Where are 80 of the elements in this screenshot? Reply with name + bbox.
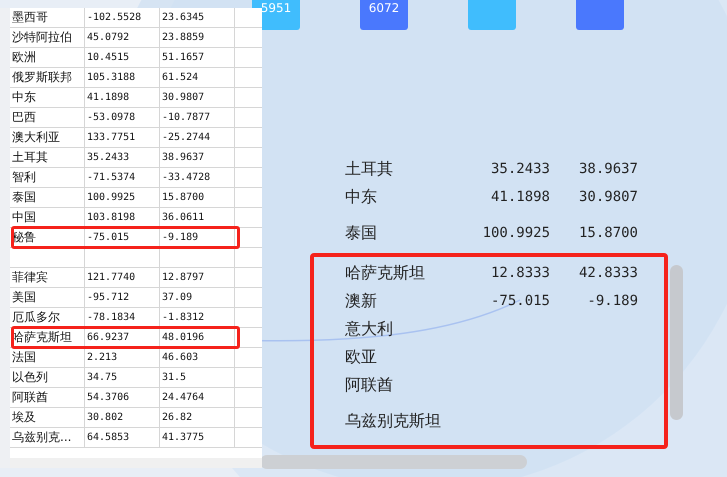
longitude-value: 41.1898 xyxy=(490,189,550,205)
region-name: 中东 xyxy=(344,186,378,208)
scrollbar[interactable] xyxy=(260,455,527,469)
table-cell: 103.8198 xyxy=(85,208,160,227)
latitude-value: -9.189 xyxy=(586,293,638,309)
table-cell: 105.3188 xyxy=(85,68,160,87)
table-cell: -102.5528 xyxy=(85,8,160,27)
table-cell: 土耳其 xyxy=(10,148,85,167)
table-cell: 37.09 xyxy=(160,288,235,307)
table-cell: 中东 xyxy=(10,88,85,107)
table-cell: 15.8700 xyxy=(160,188,235,207)
scrollbar[interactable] xyxy=(670,265,683,420)
table-cell: 厄瓜多尔 xyxy=(10,308,85,327)
region-name: 哈萨克斯坦 xyxy=(344,262,426,284)
table-cell: 墨西哥 xyxy=(10,8,85,27)
region-name: 土耳其 xyxy=(344,158,394,180)
longitude-value: -75.015 xyxy=(490,293,550,309)
scrollbar[interactable] xyxy=(10,458,262,468)
table-cell: 26.82 xyxy=(160,408,235,427)
table-cell: 12.8797 xyxy=(160,268,235,287)
latitude-value: 42.8333 xyxy=(578,265,638,281)
table-cell: 菲律宾 xyxy=(10,268,85,287)
longitude-value: 35.2433 xyxy=(490,161,550,177)
table-cell: 巴西 xyxy=(10,108,85,127)
table-cell: 澳大利亚 xyxy=(10,128,85,147)
table-cell: 35.2433 xyxy=(85,148,160,167)
region-name: 欧亚 xyxy=(344,346,378,368)
table-cell: -10.7877 xyxy=(160,108,235,127)
table-cell: 以色列 xyxy=(10,368,85,387)
table-cell: 2.213 xyxy=(85,348,160,367)
table-cell: -78.1834 xyxy=(85,308,160,327)
region-name: 泰国 xyxy=(344,222,378,244)
table-cell: 46.603 xyxy=(160,348,235,367)
latitude-value: 30.9807 xyxy=(578,189,638,205)
region-name: 澳新 xyxy=(344,290,378,312)
table-cell: 30.802 xyxy=(85,408,160,427)
table-cell: -1.8312 xyxy=(160,308,235,327)
table-cell: 51.1657 xyxy=(160,48,235,67)
table-cell: 阿联酋 xyxy=(10,388,85,407)
table-cell: 41.3775 xyxy=(160,428,235,447)
table-cell: 泰国 xyxy=(10,188,85,207)
table-cell: 俄罗斯联邦 xyxy=(10,68,85,87)
table-cell: 41.1898 xyxy=(85,88,160,107)
table-cell: 64.5853 xyxy=(85,428,160,447)
table-cell: 中国 xyxy=(10,208,85,227)
region-name: 意大利 xyxy=(344,318,394,340)
table-cell: -33.4728 xyxy=(160,168,235,187)
table-cell: 31.5 xyxy=(160,368,235,387)
table-cell: 30.9807 xyxy=(160,88,235,107)
table-cell: 23.6345 xyxy=(160,8,235,27)
table-cell: 34.75 xyxy=(85,368,160,387)
table-cell: 36.0611 xyxy=(160,208,235,227)
table-cell: -53.0978 xyxy=(85,108,160,127)
table-cell: 10.4515 xyxy=(85,48,160,67)
table-cell: 法国 xyxy=(10,348,85,367)
table-cell: 121.7740 xyxy=(85,268,160,287)
stat-tile: 6072 xyxy=(360,0,408,30)
table-cell: 54.3706 xyxy=(85,388,160,407)
table-cell: 133.7751 xyxy=(85,128,160,147)
table-cell: 45.0792 xyxy=(85,28,160,47)
table-cell: -95.712 xyxy=(85,288,160,307)
table-cell: 乌兹别克... xyxy=(10,428,85,447)
latitude-value: 15.8700 xyxy=(578,225,638,241)
table-cell: 沙特阿拉伯 xyxy=(10,28,85,47)
table-cell: 24.4764 xyxy=(160,388,235,407)
table-cell: 100.9925 xyxy=(85,188,160,207)
table-cell: -25.2744 xyxy=(160,128,235,147)
table-cell: 23.8859 xyxy=(160,28,235,47)
table-cell: 61.524 xyxy=(160,68,235,87)
table-cell: -71.5374 xyxy=(85,168,160,187)
longitude-value: 12.8333 xyxy=(490,265,550,281)
table-cell: 埃及 xyxy=(10,408,85,427)
region-name: 乌兹别克斯坦 xyxy=(344,410,442,432)
table-cell: 智利 xyxy=(10,168,85,187)
region-name: 阿联酋 xyxy=(344,374,394,396)
table-cell: 欧洲 xyxy=(10,48,85,67)
table-cell: 美国 xyxy=(10,288,85,307)
table-cell: 38.9637 xyxy=(160,148,235,167)
longitude-value: 100.9925 xyxy=(482,225,550,241)
latitude-value: 38.9637 xyxy=(578,161,638,177)
